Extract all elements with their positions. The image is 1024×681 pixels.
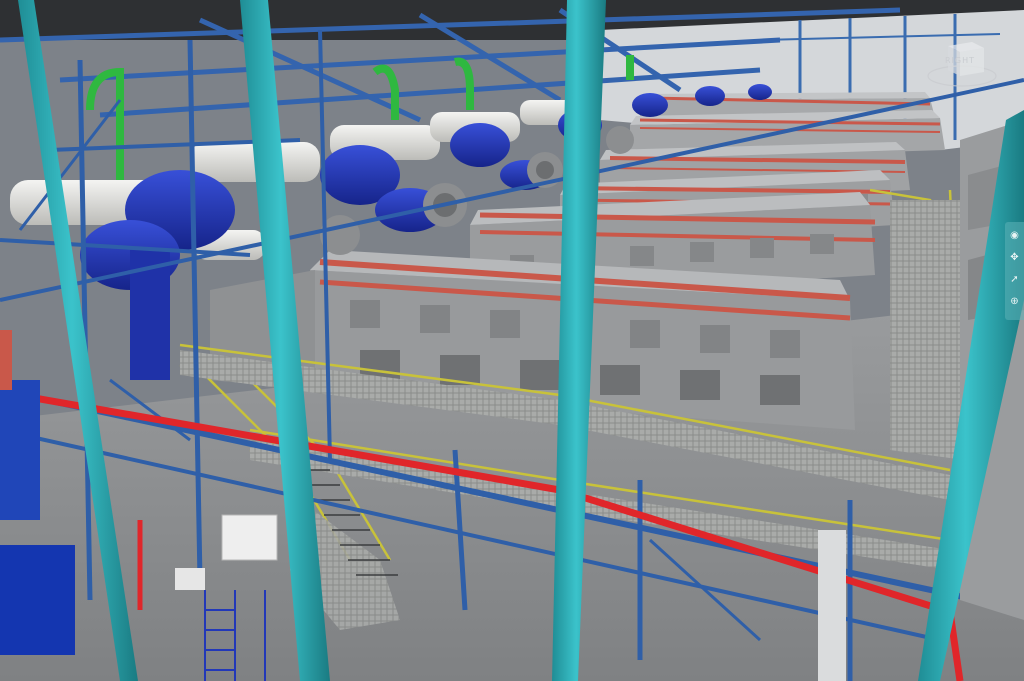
- nav-zoom-button[interactable]: ⊕: [1007, 294, 1022, 309]
- orbit-icon: ◉: [1010, 230, 1019, 241]
- pan-icon: ✥: [1010, 252, 1019, 263]
- nav-pan-button[interactable]: ✥: [1007, 250, 1022, 265]
- nav-orbit-button[interactable]: ◉: [1007, 228, 1022, 243]
- plant-scene[interactable]: [0, 0, 1024, 681]
- nav-select-button[interactable]: ➚: [1007, 272, 1022, 287]
- 3d-model-viewport[interactable]: [0, 0, 1024, 681]
- zoom-icon: ⊕: [1010, 296, 1019, 307]
- select-arrow-icon: ➚: [1010, 274, 1019, 285]
- viewcube-face-label[interactable]: RIGHT: [938, 56, 982, 65]
